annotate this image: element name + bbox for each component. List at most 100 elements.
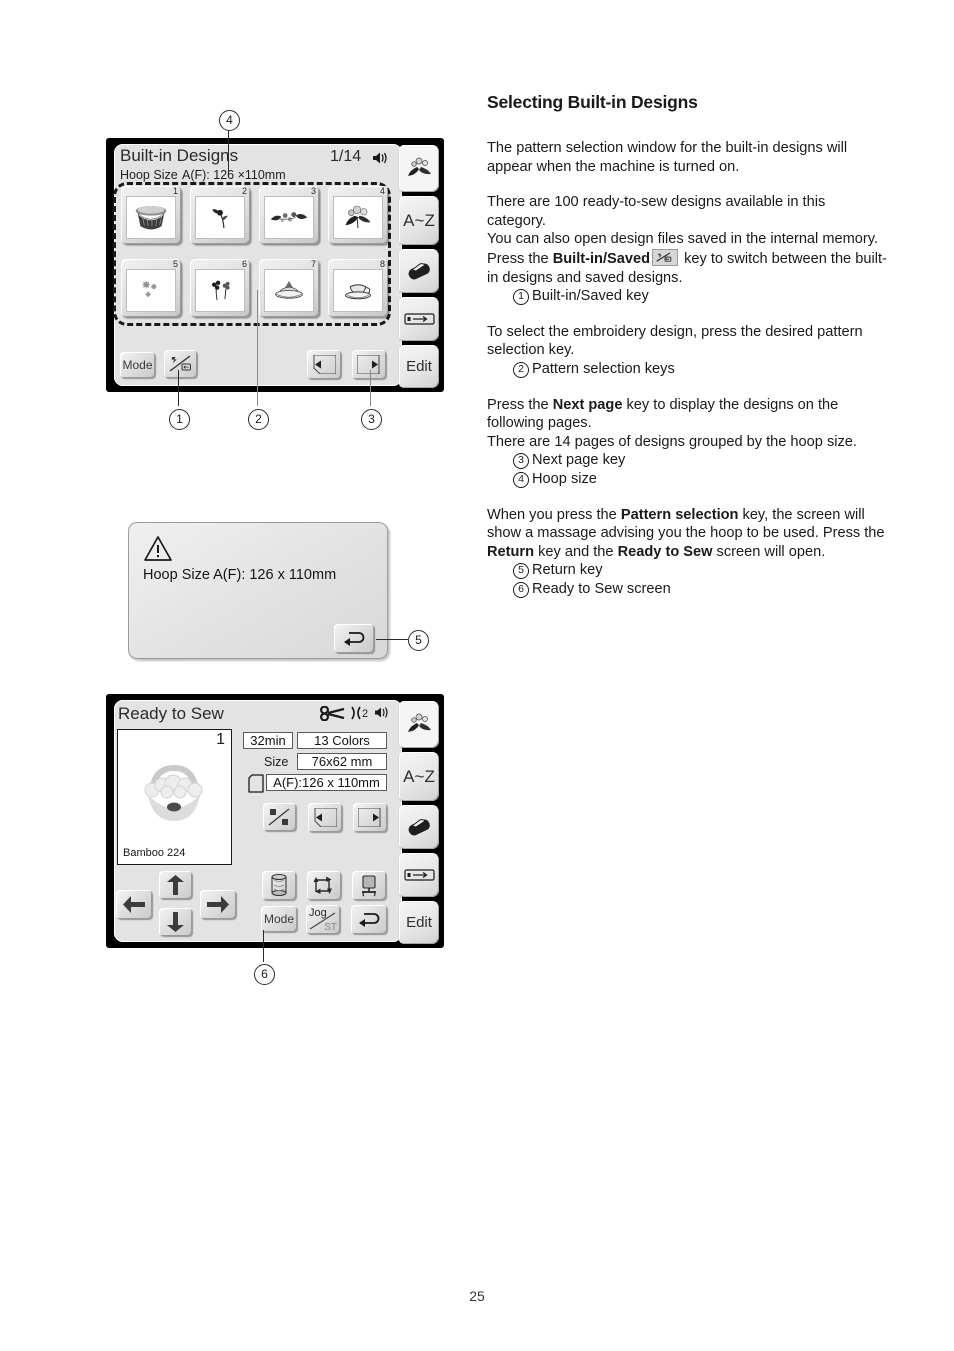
circled-number-1: 1 <box>513 289 529 306</box>
dialog-return-button[interactable] <box>334 624 374 653</box>
previous-page-button[interactable] <box>307 350 341 379</box>
pattern-key-7[interactable]: 7 <box>259 259 319 317</box>
hoop-icon <box>248 774 264 793</box>
pattern-key-5[interactable]: 5 <box>121 259 181 317</box>
color-count-box: 13 Colors <box>297 732 387 749</box>
eraser-icon-2 <box>404 815 434 839</box>
eraser-tab[interactable] <box>399 249 439 293</box>
pattern-key-2-number: 2 <box>241 186 247 196</box>
paragraph-select-design: To select the embroidery design, press t… <box>487 323 863 359</box>
callout-3-label: Next page key <box>532 452 626 469</box>
page-number: 25 <box>469 1288 485 1304</box>
speaker-icon-2 <box>374 705 389 720</box>
pattern-key-3[interactable]: 3 <box>259 186 319 244</box>
edit-tab[interactable]: Edit <box>399 345 439 388</box>
pattern-key-2[interactable]: 2 <box>190 186 250 244</box>
eraser-tab-2[interactable] <box>399 805 439 849</box>
jog-stitch-button[interactable]: Jog ST <box>306 905 340 934</box>
hoop-size-box: A(F):126 x 110mm <box>266 774 387 791</box>
circled-number-6: 6 <box>513 581 529 598</box>
color-section-button[interactable] <box>263 803 296 831</box>
bobbin-winder-button[interactable] <box>262 871 296 900</box>
flower-spray-icon <box>264 196 314 239</box>
leader-line-6 <box>263 930 264 962</box>
design-preview-number: 1 <box>216 731 225 748</box>
ready-mode-label: Mode <box>263 912 295 926</box>
flower-basket-icon <box>126 196 176 239</box>
usb-tab[interactable] <box>399 297 439 341</box>
return-arrow-icon <box>342 630 367 647</box>
text-pre: Press the <box>487 250 553 267</box>
flower-category-icon-2 <box>404 711 434 738</box>
text-pre: When you press the <box>487 506 621 523</box>
paragraph-14-pages: There are 14 pages of designs grouped by… <box>487 433 857 450</box>
pattern-key-6[interactable]: 6 <box>190 259 250 317</box>
ready-mode-button[interactable]: Mode <box>261 906 297 932</box>
builtin-saved-button[interactable] <box>164 350 197 378</box>
design-category-tab[interactable] <box>399 145 439 192</box>
small-blossoms-icon <box>126 269 176 312</box>
edit-tab-2[interactable]: Edit <box>399 901 439 944</box>
bold-pattern-selection: Pattern selection <box>620 506 739 523</box>
circled-number-3: 3 <box>513 453 529 470</box>
move-down-button[interactable] <box>159 908 192 936</box>
builtin-page-count: 1/14 <box>330 148 362 165</box>
builtin-saved-key-icon <box>652 248 679 266</box>
callout-item-1: 1 Built-in/Saved key <box>513 287 887 306</box>
next-page-button[interactable] <box>352 350 386 379</box>
paragraph-designs-count: There are 100 ready-to-sew designs avail… <box>487 194 826 229</box>
builtin-hoop-value: A(F): 126 ×110mm <box>182 168 286 182</box>
builtin-screen-title: Built-in Designs <box>120 146 239 165</box>
design-size-box: 76x62 mm <box>297 753 387 770</box>
callout-item-6: 6 Ready to Sew screen <box>513 580 887 599</box>
pattern-key-8[interactable]: 8 <box>328 259 388 317</box>
usb-icon <box>403 312 435 326</box>
alphabet-tab-2[interactable]: A~Z <box>399 752 439 801</box>
design-category-tab-2[interactable] <box>399 701 439 748</box>
marker-6: 6 <box>254 964 275 985</box>
edit-tab-label: Edit <box>406 358 432 375</box>
callout-2-label: Pattern selection keys <box>532 360 675 377</box>
speaker-icon <box>371 150 388 166</box>
article-column: Selecting Built-in Designs The pattern s… <box>487 92 887 598</box>
alphabet-tab-2-label: A~Z <box>403 766 435 786</box>
move-up-button[interactable] <box>159 871 192 899</box>
single-flower-icon <box>195 196 245 239</box>
leader-line-4 <box>228 129 229 174</box>
pattern-key-4-number: 4 <box>379 186 385 196</box>
ready-return-button[interactable] <box>351 905 387 934</box>
flower-basket-preview-icon <box>126 752 223 830</box>
marker-3: 3 <box>361 409 382 430</box>
callout-4-label: Hoop size <box>532 470 597 487</box>
tracing-button[interactable] <box>307 871 341 900</box>
usb-icon-2 <box>403 868 435 882</box>
pattern-key-4[interactable]: 4 <box>328 186 388 244</box>
flower-category-icon <box>404 155 434 182</box>
mode-button[interactable]: Mode <box>120 352 155 378</box>
circled-number-2: 2 <box>513 361 529 378</box>
callout-item-2: 2 Pattern selection keys <box>513 360 887 379</box>
callout-1-label: Built-in/Saved key <box>532 288 649 305</box>
builtin-hoop-label: Hoop Size <box>120 168 178 182</box>
text-mid-2: key and the <box>534 543 618 560</box>
pattern-key-1[interactable]: 1 <box>121 186 181 244</box>
previous-color-button[interactable] <box>308 803 342 832</box>
circled-number-4: 4 <box>513 471 529 488</box>
move-left-button[interactable] <box>116 890 152 919</box>
sew-time-box: 32min <box>243 732 293 749</box>
move-right-button[interactable] <box>200 890 236 919</box>
callout-6-label: Ready to Sew screen <box>532 580 671 597</box>
tea-cup-icon <box>333 269 383 312</box>
leader-line-1 <box>178 370 179 406</box>
pattern-key-1-number: 1 <box>172 186 178 196</box>
leader-line-2 <box>257 290 258 406</box>
alphabet-tab[interactable]: A~Z <box>399 196 439 245</box>
presser-foot-button[interactable] <box>352 871 386 900</box>
pattern-key-8-number: 8 <box>379 259 385 269</box>
svg-text:2: 2 <box>362 708 368 720</box>
pattern-key-5-number: 5 <box>172 259 178 269</box>
next-color-button[interactable] <box>353 803 387 832</box>
usb-tab-2[interactable] <box>399 853 439 897</box>
bold-return: Return <box>487 543 535 560</box>
mode-button-label: Mode <box>122 358 153 372</box>
